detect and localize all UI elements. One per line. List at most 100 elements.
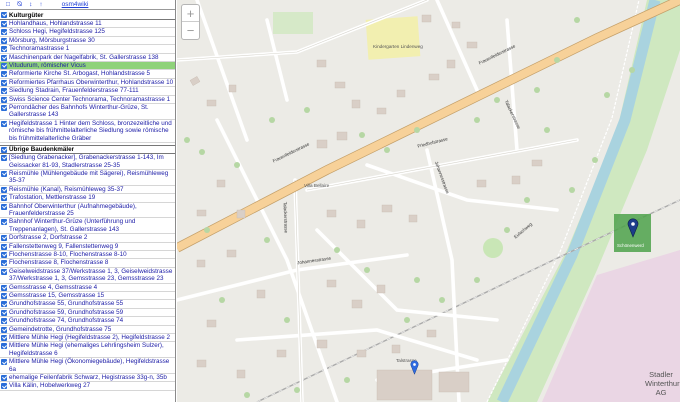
layer-list-item[interactable]: Technoramastrasse 1 [0,45,175,54]
checkbox[interactable] [1,71,7,78]
layer-list-item[interactable]: Mörsburg, Mörsburgstrasse 30 [0,37,175,46]
checkbox[interactable] [1,251,7,258]
layer-list-item[interactable]: Perrondächer des Bahnhofs Winterthur-Grü… [0,104,175,120]
layer-item-label: Geiselweidstrasse 37/Werkstrasse 1, 3, G… [9,267,173,283]
layer-item-label: Schloss Hegi, Hegifeldstrasse 125 [9,28,105,36]
layer-list-item[interactable]: Flochenstrasse 8-10, Flochenstrasse 8-10 [0,251,175,260]
checkbox[interactable] [1,318,7,325]
checkbox[interactable] [1,359,7,366]
checkbox[interactable] [1,96,7,103]
layer-list-item[interactable]: ehemalige Feilenfabrik Schwarz, Hegistra… [0,374,175,383]
layer-item-label: Maschinenpark der Nagelfabrik, St. Galle… [9,53,159,61]
zoom-control: + − [181,4,200,40]
zoom-in-button[interactable]: + [182,5,199,22]
layer-list-item[interactable]: Maschinenpark der Nagelfabrik, St. Galle… [0,53,175,63]
checkbox[interactable] [1,203,7,210]
checkbox[interactable] [1,37,7,44]
layer-item-label: Trafostation, Mettlenstrasse 19 [9,194,96,202]
checkbox[interactable] [1,309,7,316]
checkbox[interactable] [1,88,7,95]
layer-list-item[interactable]: Flochenstrasse 8, Flochenstrasse 8 [0,259,175,268]
layer-list-item[interactable]: Villa Kälin, Hobelwerkweg 27 [0,382,175,391]
layer-list-item[interactable]: Mittlere Mühle Hegi (Hegifeldstrasse 2),… [0,334,175,343]
section-header-baudenkmaeler[interactable]: Übrige Baudenkmäler [0,145,175,155]
layer-item-label: [Siedlung Grabenacker], Grabenackerstras… [9,154,164,169]
layer-item-label: Bahnhof Oberwinterthur (Aufnahmegebäude)… [9,202,137,217]
map-view[interactable]: + − Frauenfelderstrasse Frauenfelderstra… [177,0,680,402]
layer-item-label: Perrondächer des Bahnhofs Winterthur-Grü… [9,104,149,119]
layer-list-item[interactable]: Gemeindetrotte, Grundhofstrasse 75 [0,326,175,335]
layer-list-item[interactable]: Bahnhof Winterthur-Grüze (Unterführung u… [0,218,175,235]
layer-item-label: Swiss Science Center Technorama, Technor… [9,95,171,103]
layer-list-item[interactable]: Siedlung Stadrain, Frauenfelderstrasse 7… [0,87,175,96]
layer-list-item[interactable]: Mittlere Mühle Hegi (ehemaliges Lehrling… [0,342,175,359]
layer-list-item[interactable]: Fallenstettenweg 9, Fallenstettenweg 9 [0,243,175,251]
layer-item-label: Grundhofstrasse 59, Grundhofstrasse 59 [9,308,124,316]
osm4wiki-link[interactable]: osm4wiki [62,1,89,8]
section-checkbox[interactable] [1,12,7,18]
checkbox[interactable] [1,219,7,226]
layer-list-item[interactable]: Schloss Hegi, Hegifeldstrasse 125 [0,28,175,37]
layer-list-item[interactable]: [Siedlung Grabenacker], Grabenackerstras… [0,154,175,170]
layer-list-item[interactable]: Reismühle (Kanal), Reismühleweg 35-37 [0,186,175,195]
checkbox[interactable] [1,46,7,53]
layer-list-item[interactable]: Gemsstrasse 15, Gemsstrasse 15 [0,292,175,301]
layer-list-item[interactable]: Swiss Science Center Technorama, Technor… [0,95,175,105]
checkbox[interactable] [1,284,7,291]
checkbox[interactable] [1,120,7,127]
sort-icon[interactable]: ↕ [29,1,32,8]
checkbox[interactable] [1,375,7,382]
checkbox[interactable] [1,186,7,193]
section-header-kulturgueter[interactable]: Kulturgüter [0,11,175,20]
map-marker-icon[interactable] [410,360,419,375]
checkbox[interactable] [1,170,7,177]
layer-item-label: Grundhofstrasse 55, Grundhofstrasse 55 [9,300,124,308]
layer-list-item[interactable]: Geiselweidstrasse 37/Werkstrasse 1, 3, G… [0,268,175,284]
checkbox[interactable] [1,235,7,242]
layer-list-item[interactable]: Grundhofstrasse 55, Grundhofstrasse 55 [0,300,175,309]
checkbox[interactable] [1,326,7,333]
layer-item-label: Gemsstrasse 15, Gemsstrasse 15 [9,292,105,299]
layer-list-item[interactable]: Trafostation, Mettlenstrasse 19 [0,194,175,203]
checkbox[interactable] [1,79,7,86]
layer-list-item[interactable]: Vitudurum, römischer Vicus [0,62,175,71]
map-marker-icon[interactable] [627,218,639,238]
layer-list-item[interactable]: Dorfstrasse 2, Dorfstrasse 2 [0,234,175,243]
window-icon[interactable]: □ [6,1,10,8]
checkbox[interactable] [1,260,7,267]
poi-label: Villa Bellaire [304,183,330,188]
poi-label: Stadler Winterthur AG [645,370,680,397]
checkbox[interactable] [1,335,7,342]
checkbox[interactable] [1,301,7,308]
checkbox[interactable] [1,105,7,112]
layer-list-item[interactable]: Hohlandhaus, Hohlandstrasse 11 [0,20,175,29]
layer-list-item[interactable]: Mittlere Mühle Hegi (Ökonomiegebäude), H… [0,358,175,375]
checkbox[interactable] [1,268,7,275]
layer-list-item[interactable]: Grundhofstrasse 74, Grundhofstrasse 74 [0,317,175,326]
layer-list-item[interactable]: Hegifeldstrasse 1 Hinter dem Schloss, br… [0,119,175,144]
checkbox[interactable] [1,195,7,202]
layer-list-item[interactable]: Grundhofstrasse 59, Grundhofstrasse 59 [0,308,175,318]
checkbox[interactable] [1,155,7,162]
checkbox[interactable] [1,21,7,27]
map-tiles [177,0,680,402]
section-checkbox[interactable] [1,146,7,153]
checkbox[interactable] [1,383,7,390]
checkbox[interactable] [1,243,7,250]
layer-list-item[interactable]: Gemsstrasse 4, Gemsstrasse 4 [0,284,175,292]
hide-icon[interactable]: ⦰ [17,1,22,9]
zoom-out-button[interactable]: − [182,22,199,39]
checkbox[interactable] [1,343,7,350]
layer-list-item[interactable]: Bahnhof Oberwinterthur (Aufnahmegebäude)… [0,203,175,219]
layer-item-label: Reformierte Kirche St. Arbogast, Hohland… [9,70,151,78]
checkbox[interactable] [1,54,7,61]
layer-item-label: Hegifeldstrasse 1 Hinter dem Schloss, br… [9,119,172,142]
checkbox[interactable] [1,293,7,299]
baudenkmaeler-list: [Siedlung Grabenacker], Grabenackerstras… [0,154,175,391]
checkbox[interactable] [1,63,7,70]
checkbox[interactable] [1,29,7,36]
layer-list-item[interactable]: Reformiertes Pfarrhaus Oberwinterthur, H… [0,79,175,88]
layer-list-item[interactable]: Reismühle (Mühlengebäude mit Sägerei), R… [0,170,175,186]
layer-list-item[interactable]: Reformierte Kirche St. Arbogast, Hohland… [0,70,175,79]
up-arrow-icon[interactable]: ↑ [39,1,42,8]
